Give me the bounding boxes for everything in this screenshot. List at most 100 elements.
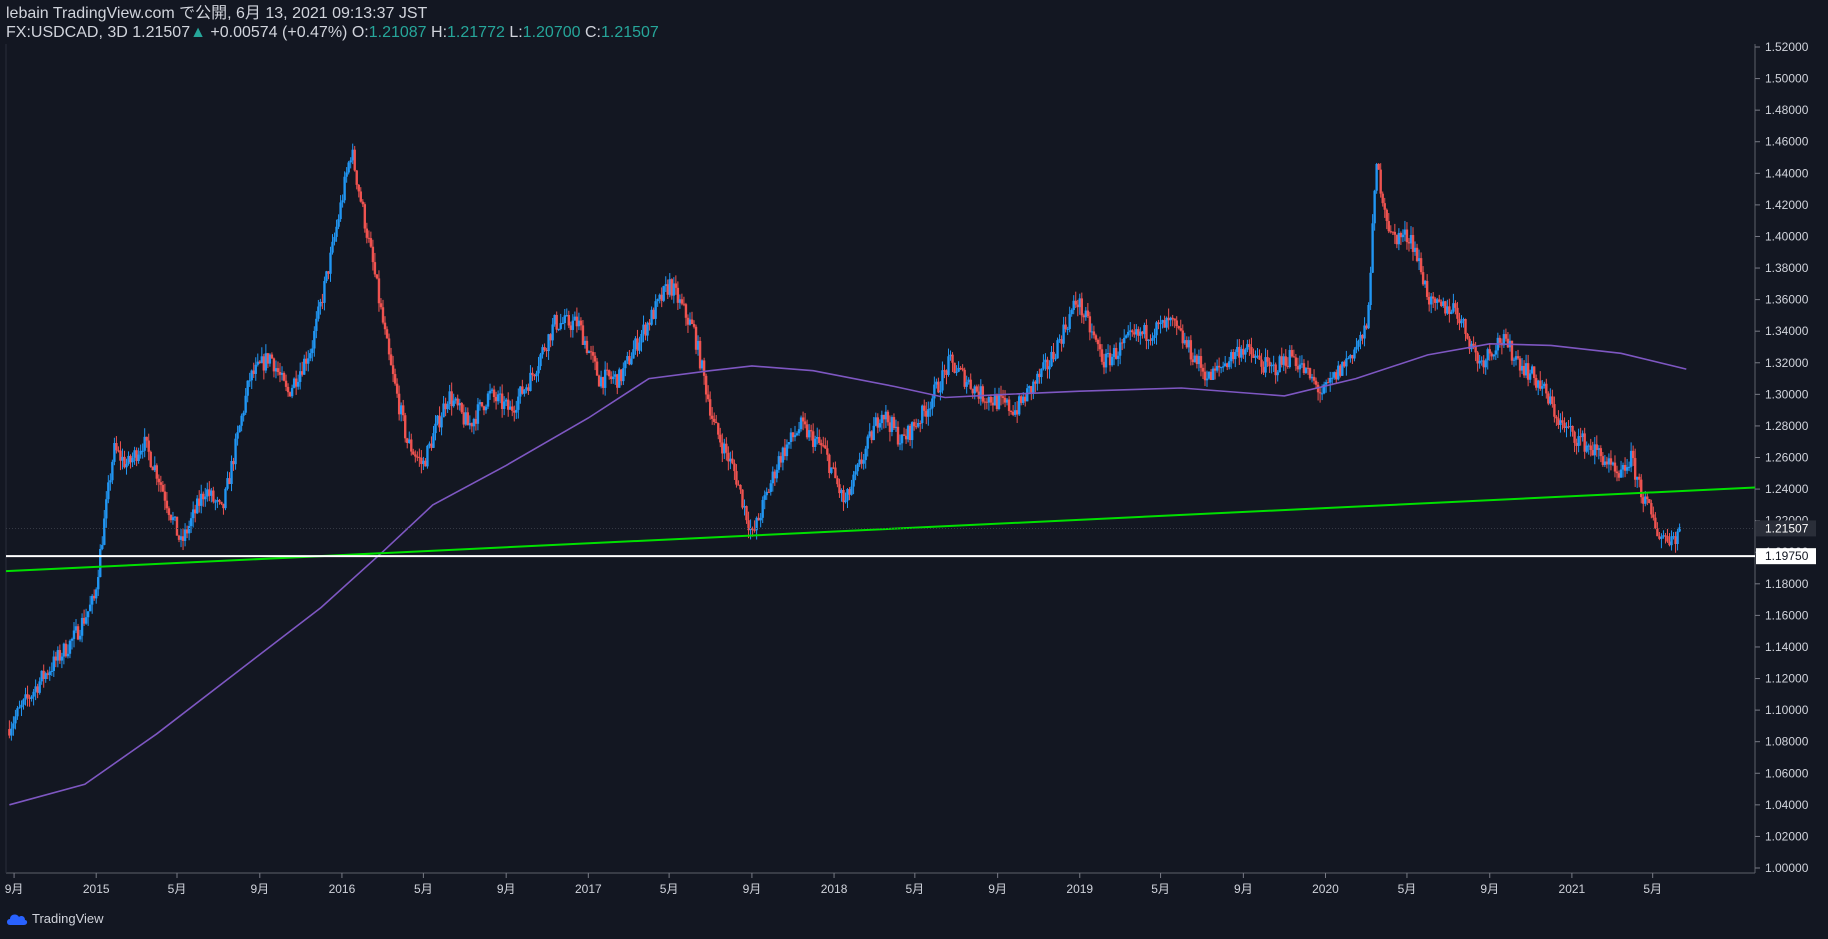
candle-body [220,501,223,504]
candle-body [381,307,385,323]
candle-body [452,400,455,407]
candle-body [175,516,179,536]
candle-body [787,442,791,445]
candle-body [529,372,532,391]
candle-body [953,362,956,373]
y-tick-label: 1.42000 [1765,198,1809,212]
candle-body [563,315,566,324]
candle-body [1201,367,1205,372]
candle-body [1393,231,1397,235]
candle-body [866,436,869,449]
candle-body [363,204,367,229]
candle-body [365,228,369,238]
candle-body [719,434,722,443]
y-tick-label: 1.04000 [1765,798,1809,812]
candle-body [1347,358,1350,360]
candle-body [1419,258,1423,273]
candle-body [167,508,171,515]
candle-body [919,422,922,424]
price-chart[interactable]: 1.52000 1.50000 1.48000 1.46000 1.44000 1.420… [0,0,1828,939]
candle-body [1561,420,1564,423]
candle-body [515,409,518,413]
candle-body [767,491,770,493]
candle-body [88,604,92,612]
candle-body [1652,514,1655,518]
candle-body [1627,466,1631,468]
candle-body [632,349,635,359]
candle-body [1577,436,1580,446]
candle-body [1153,335,1156,338]
candle-body [511,406,514,411]
candle-body [165,500,169,509]
candle-body [704,375,708,395]
candle-body [1052,351,1055,359]
candle-body [446,404,449,410]
last-price-label: 1.21507 [1765,521,1809,535]
candle-body [242,412,245,416]
candle-body [763,495,766,500]
candle-body [1318,392,1322,394]
candle-body [1377,163,1380,170]
candle-body [137,454,140,461]
candle-body [537,366,540,374]
candle-body [101,544,104,549]
candle-body [1484,360,1487,368]
candle-body [531,372,534,376]
candle-body [1670,536,1673,546]
x-tick-label: 5月 [414,882,433,896]
candle-body [1379,169,1382,194]
x-tick-label: 2016 [329,882,356,896]
candle-body [109,480,112,483]
candle-body [1234,352,1237,360]
candle-body [359,191,362,202]
candle-body [30,696,33,699]
candle-body [385,329,389,339]
candle-body [1371,223,1374,273]
candle-body [1250,346,1253,355]
candle-body [347,162,350,173]
y-tick-label: 1.24000 [1765,482,1809,496]
candle-body [579,320,583,326]
candle-body [357,184,360,192]
candle-body [1357,340,1360,347]
candle-body [1589,445,1592,451]
candle-body [1345,358,1348,367]
candle-body [1131,330,1134,333]
candle-body [898,443,902,445]
candle-body [486,393,490,407]
candle-body [1331,377,1334,379]
candle-body [975,386,978,392]
candle-body [1066,328,1069,330]
candle-body [329,252,332,274]
tradingview-logo[interactable]: TradingView [6,911,104,926]
candle-body [1619,469,1623,478]
candle-body [38,681,41,693]
candle-body [1555,416,1558,419]
candle-body [1292,356,1296,358]
candle-body [1026,388,1029,402]
candle-body [349,160,352,163]
candle-body [26,694,29,698]
candle-body [103,518,106,545]
candle-body [1298,364,1302,370]
candle-body [426,445,429,467]
tradingview-cloud-icon [7,914,28,925]
candle-body [1042,362,1045,369]
candle-body [517,396,520,410]
candle-body [801,417,805,422]
candle-body [886,411,890,423]
candle-body [254,364,257,374]
candle-body [389,354,393,366]
candle-body [961,368,964,370]
candle-body [607,370,611,377]
candle-body [309,353,312,359]
candle-body [286,386,290,393]
candle-body [735,471,738,485]
candle-body [1145,324,1148,341]
candle-body [115,443,118,451]
x-tick-label: 5月 [1643,882,1662,896]
candle-body [145,436,148,441]
candle-body [343,176,346,201]
candle-body [149,451,152,468]
candle-body [557,328,560,330]
